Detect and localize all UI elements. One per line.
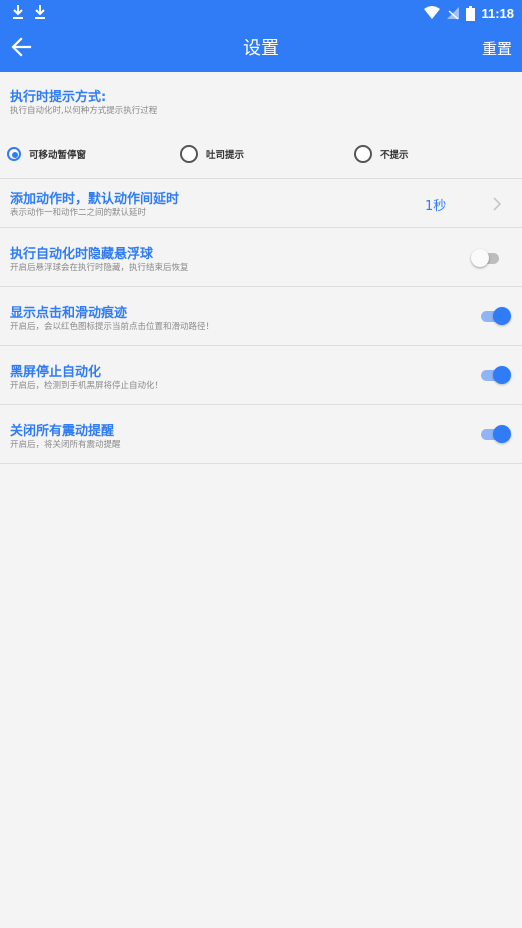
radio-checked-icon bbox=[7, 147, 21, 161]
default-delay-title: 添加动作时，默认动作间延时 bbox=[10, 192, 180, 207]
divider bbox=[0, 404, 522, 405]
wifi-icon bbox=[424, 6, 441, 19]
divider bbox=[0, 227, 522, 228]
radio-movable-pause-window[interactable]: 可移动暂停窗 bbox=[7, 146, 86, 162]
prompt-mode-subtitle: 执行自动化时,以何种方式提示执行过程 bbox=[10, 106, 158, 116]
back-button[interactable] bbox=[10, 36, 38, 62]
radio-unchecked-icon bbox=[354, 145, 372, 163]
arrow-back-icon bbox=[11, 37, 32, 57]
divider bbox=[0, 463, 522, 464]
toggle-thumb bbox=[493, 425, 511, 443]
status-bar: 11:18 bbox=[0, 0, 522, 26]
black-screen-title: 黑屏停止自动化 bbox=[10, 365, 102, 380]
toggle-thumb bbox=[493, 307, 511, 325]
vibration-subtitle: 开启后，将关闭所有震动提醒 bbox=[10, 440, 121, 450]
radio-toast[interactable]: 吐司提示 bbox=[180, 145, 245, 163]
radio-label: 不提示 bbox=[380, 150, 409, 161]
download-icon bbox=[13, 5, 23, 19]
hide-float-toggle[interactable] bbox=[471, 248, 503, 268]
status-time: 11:18 bbox=[481, 5, 514, 21]
no-signal-icon bbox=[447, 7, 460, 20]
hide-float-subtitle: 开启后悬浮球会在执行时隐藏，执行结束后恢复 bbox=[10, 263, 189, 273]
radio-label: 可移动暂停窗 bbox=[29, 150, 87, 161]
vibration-title: 关闭所有震动提醒 bbox=[10, 424, 115, 439]
app-bar: 设置 重置 bbox=[0, 26, 522, 72]
vibration-toggle[interactable] bbox=[479, 424, 511, 444]
black-screen-subtitle: 开启后，检测到手机黑屏将停止自动化！ bbox=[10, 381, 164, 391]
divider bbox=[0, 345, 522, 346]
black-screen-toggle[interactable] bbox=[479, 365, 511, 385]
radio-no-prompt[interactable]: 不提示 bbox=[354, 145, 409, 163]
download-icon bbox=[35, 5, 45, 19]
reset-button[interactable]: 重置 bbox=[482, 26, 512, 72]
radio-unchecked-icon bbox=[180, 145, 198, 163]
battery-icon bbox=[466, 5, 476, 21]
default-delay-subtitle: 表示动作一和动作二之间的默认延时 bbox=[10, 208, 147, 218]
chevron-right-icon bbox=[493, 197, 502, 211]
default-delay-value: 1秒 bbox=[425, 199, 447, 214]
hide-float-title: 执行自动化时隐藏悬浮球 bbox=[10, 247, 154, 262]
radio-label: 吐司提示 bbox=[206, 150, 245, 161]
default-delay-row[interactable]: 添加动作时，默认动作间延时 表示动作一和动作二之间的默认延时 1秒 bbox=[0, 179, 522, 227]
show-trace-subtitle: 开启后，会以红色图标提示当前点击位置和滑动路径！ bbox=[10, 322, 215, 332]
toggle-thumb bbox=[493, 366, 511, 384]
page-title: 设置 bbox=[243, 38, 279, 59]
prompt-mode-title: 执行时提示方式: bbox=[10, 90, 107, 105]
show-trace-toggle[interactable] bbox=[479, 306, 511, 326]
toggle-thumb bbox=[471, 249, 489, 267]
divider bbox=[0, 286, 522, 287]
show-trace-title: 显示点击和滑动痕迹 bbox=[10, 306, 128, 321]
